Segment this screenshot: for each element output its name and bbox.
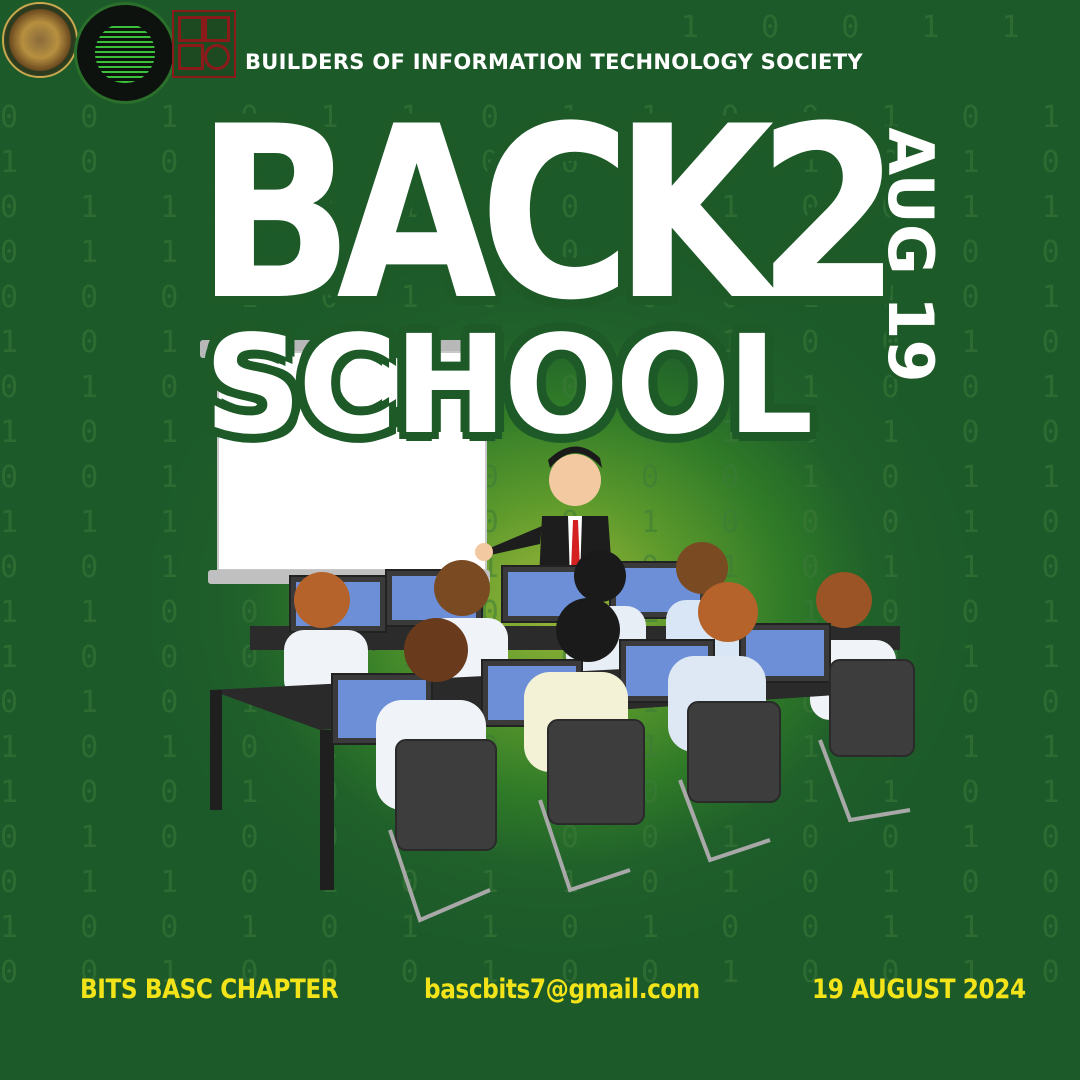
headline-school: SCHOOL: [204, 307, 813, 465]
poster: 1 0 0 1 1 0 1 0 1 1 0 0 0 0 0 1 1 1 1 1 …: [0, 0, 1080, 1080]
organization-name: BUILDERS OF INFORMATION TECHNOLOGY SOCIE…: [245, 50, 863, 74]
grid-square-logo: [172, 10, 236, 78]
headline-back2: BACK2: [196, 76, 901, 353]
footer-chapter: BITS BASC CHAPTER: [80, 974, 339, 1005]
footer-email[interactable]: bascbits7@gmail.com: [424, 974, 700, 1005]
college-seal-logo: [2, 2, 78, 78]
vertical-date-text: AUG 19: [874, 127, 947, 383]
bits-logo: [74, 2, 176, 104]
footer-date: 19 AUGUST 2024: [812, 974, 1026, 1005]
vertical-date: AUG 19: [874, 115, 947, 395]
